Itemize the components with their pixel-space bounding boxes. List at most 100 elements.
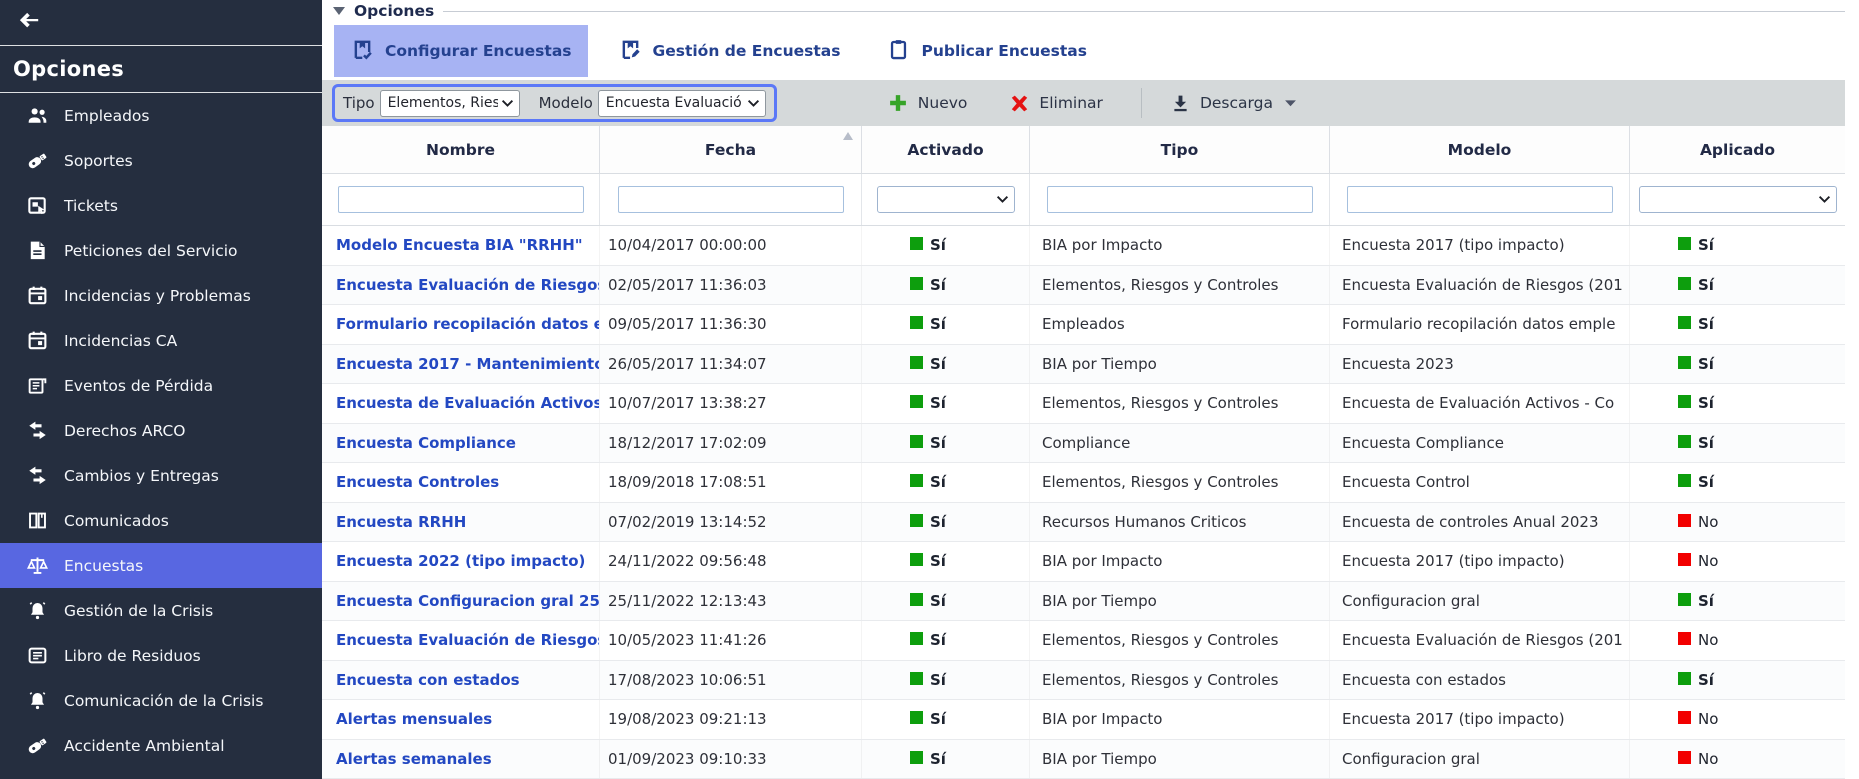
- cell-nombre-link[interactable]: Encuesta con estados: [322, 661, 600, 700]
- cell-nombre-link[interactable]: Encuesta Compliance: [322, 424, 600, 463]
- eliminar-button[interactable]: Eliminar: [1009, 93, 1103, 114]
- column-header-label: Nombre: [426, 141, 495, 159]
- sidebar-menu: EmpleadosSoportesTickets Peticiones del S…: [0, 93, 322, 779]
- sidebar-item-incidencias-y-problemas[interactable]: Incidencias y Problemas: [0, 273, 322, 318]
- column-header-nombre[interactable]: Nombre: [322, 126, 600, 173]
- flag-label: Sí: [930, 355, 946, 373]
- cell-activado: Sí: [862, 542, 1030, 581]
- sidebar-item-gestion-de-la-crisis[interactable]: Gestión de la Crisis: [0, 588, 322, 633]
- cell-nombre-link[interactable]: Encuesta Configuracion gral 25/11/2: [322, 582, 600, 621]
- green-square-icon: [910, 593, 923, 606]
- table-row[interactable]: Encuesta con estados17/08/2023 10:06:51 S…: [322, 661, 1845, 701]
- sidebar-item-label: Peticiones del Servicio: [64, 242, 238, 260]
- table-row[interactable]: Encuesta Evaluación de Riesgos (2010/05/…: [322, 621, 1845, 661]
- x-mark-icon: [1009, 93, 1030, 114]
- tab-configurar-encuestas[interactable]: Configurar Encuestas: [334, 25, 588, 77]
- table-row[interactable]: Encuesta Evaluación de Riesgos (2002/05/…: [322, 266, 1845, 306]
- table-row[interactable]: Encuesta Compliance18/12/2017 17:02:09Sí…: [322, 424, 1845, 464]
- column-header-aplicado[interactable]: Aplicado: [1630, 126, 1845, 173]
- table-row[interactable]: Encuesta 2022 (tipo impacto)24/11/2022 0…: [322, 542, 1845, 582]
- sidebar-item-label: Cambios y Entregas: [64, 467, 219, 485]
- green-square-icon: [1678, 277, 1691, 290]
- flag-label: Sí: [1698, 315, 1714, 333]
- column-header-fecha[interactable]: Fecha: [600, 126, 862, 173]
- people-icon: [24, 104, 51, 128]
- filter-fecha-input[interactable]: [618, 186, 844, 213]
- tab-label: Publicar Encuestas: [921, 42, 1086, 60]
- green-square-icon: [1678, 316, 1691, 329]
- table-row[interactable]: Encuesta Configuracion gral 25/11/225/11…: [322, 582, 1845, 622]
- cell-aplicado: No: [1630, 503, 1845, 542]
- sidebar-item-label: Derechos ARCO: [64, 422, 186, 440]
- tab-publicar-encuestas[interactable]: Publicar Encuestas: [870, 25, 1102, 77]
- sidebar-item-cambios-y-entregas[interactable]: Cambios y Entregas: [0, 453, 322, 498]
- receipt-icon: [24, 374, 51, 398]
- column-header-tipo[interactable]: Tipo: [1030, 126, 1330, 173]
- sidebar-item-derechos-arco[interactable]: Derechos ARCO: [0, 408, 322, 453]
- column-header-modelo[interactable]: Modelo: [1330, 126, 1630, 173]
- sidebar-item-tickets[interactable]: Tickets: [0, 183, 322, 228]
- cell-nombre-link[interactable]: Formulario recopilación datos emp: [322, 305, 600, 344]
- sidebar-item-eventos-de-perdida[interactable]: Eventos de Pérdida: [0, 363, 322, 408]
- cell-activado: Sí: [862, 424, 1030, 463]
- table-row[interactable]: Encuesta Controles18/09/2018 17:08:51SíE…: [322, 463, 1845, 503]
- table-row[interactable]: Encuesta RRHH07/02/2019 13:14:52SíRecurs…: [322, 503, 1845, 543]
- sidebar-item-soportes[interactable]: Soportes: [0, 138, 322, 183]
- tab-label: Gestión de Encuestas: [653, 42, 841, 60]
- table-row[interactable]: Alertas mensuales19/08/2023 09:21:13SíBI…: [322, 700, 1845, 740]
- cell-nombre-link[interactable]: Encuesta Evaluación de Riesgos (20: [322, 266, 600, 305]
- cell-nombre-link[interactable]: Modelo Encuesta BIA "RRHH": [322, 226, 600, 265]
- table-row[interactable]: Formulario recopilación datos emp09/05/2…: [322, 305, 1845, 345]
- cell-modelo: Encuesta Control: [1330, 463, 1630, 502]
- cell-tipo: BIA por Tiempo: [1030, 582, 1330, 621]
- swap-arrows-icon: [24, 464, 51, 488]
- main-content: Opciones Configurar EncuestasGestión de …: [322, 0, 1859, 779]
- sidebar-item-incidencias-ca[interactable]: Incidencias CA: [0, 318, 322, 363]
- sidebar-collapse-button[interactable]: [0, 0, 322, 45]
- chevron-down-icon: [501, 99, 514, 108]
- flag-label: Sí: [1698, 671, 1714, 689]
- filter-activado-select[interactable]: [877, 186, 1015, 213]
- table-row[interactable]: Modelo Encuesta BIA "RRHH"10/04/2017 00:…: [322, 226, 1845, 266]
- filter-nombre-input[interactable]: [338, 186, 584, 213]
- sidebar-item-peticiones-del-servicio[interactable]: Peticiones del Servicio: [0, 228, 322, 273]
- collapse-triangle-icon[interactable]: [333, 7, 345, 15]
- cell-nombre-link[interactable]: Encuesta Evaluación de Riesgos (20: [322, 621, 600, 660]
- sidebar-item-encuestas[interactable]: Encuestas: [0, 543, 322, 588]
- table-row[interactable]: Encuesta 2017 - Mantenimiento de S26/05/…: [322, 345, 1845, 385]
- filter-tipo-input[interactable]: [1047, 186, 1313, 213]
- back-arrow-icon: [16, 8, 42, 38]
- table-row[interactable]: Alertas semanales01/09/2023 09:10:33SíBI…: [322, 740, 1845, 779]
- column-header-activado[interactable]: Activado: [862, 126, 1030, 173]
- descarga-button[interactable]: Descarga: [1170, 93, 1297, 114]
- cell-fecha: 10/04/2017 00:00:00: [600, 226, 862, 265]
- filter-modelo-input[interactable]: [1347, 186, 1613, 213]
- sidebar-item-accidente-ambiental[interactable]: Accidente Ambiental: [0, 723, 322, 768]
- column-header-label: Modelo: [1448, 141, 1512, 159]
- sidebar-item-empleados[interactable]: Empleados: [0, 93, 322, 138]
- cell-fecha: 17/08/2023 10:06:51: [600, 661, 862, 700]
- cell-aplicado: Sí: [1630, 266, 1845, 305]
- cell-nombre-link[interactable]: Alertas semanales: [322, 740, 600, 779]
- sidebar-item-comunicacion-de-la-crisis[interactable]: Comunicación de la Crisis: [0, 678, 322, 723]
- tab-gestion-de-encuestas[interactable]: Gestión de Encuestas: [602, 25, 857, 77]
- cell-nombre-link[interactable]: Alertas mensuales: [322, 700, 600, 739]
- tipo-select[interactable]: Elementos, Riesgos: [380, 90, 520, 117]
- sidebar-item-comunicados[interactable]: Comunicados: [0, 498, 322, 543]
- table-row[interactable]: Encuesta de Evaluación Activos - C10/07/…: [322, 384, 1845, 424]
- nuevo-button[interactable]: Nuevo: [887, 92, 968, 114]
- sidebar-item-label: Comunicación de la Crisis: [64, 692, 263, 710]
- green-square-icon: [910, 316, 923, 329]
- cell-nombre-link[interactable]: Encuesta RRHH: [322, 503, 600, 542]
- cell-nombre-link[interactable]: Encuesta 2022 (tipo impacto): [322, 542, 600, 581]
- filter-aplicado-select[interactable]: [1639, 186, 1837, 213]
- flag-label: Sí: [1698, 276, 1714, 294]
- bell-icon: [24, 599, 51, 623]
- cell-nombre-link[interactable]: Encuesta Controles: [322, 463, 600, 502]
- modelo-select[interactable]: Encuesta Evaluació: [598, 90, 766, 117]
- legend-rule: [443, 11, 1845, 12]
- cell-nombre-link[interactable]: Encuesta 2017 - Mantenimiento de S: [322, 345, 600, 384]
- sidebar-item-libro-de-residuos[interactable]: Libro de Residuos: [0, 633, 322, 678]
- flag-label: No: [1698, 552, 1718, 570]
- cell-nombre-link[interactable]: Encuesta de Evaluación Activos - C: [322, 384, 600, 423]
